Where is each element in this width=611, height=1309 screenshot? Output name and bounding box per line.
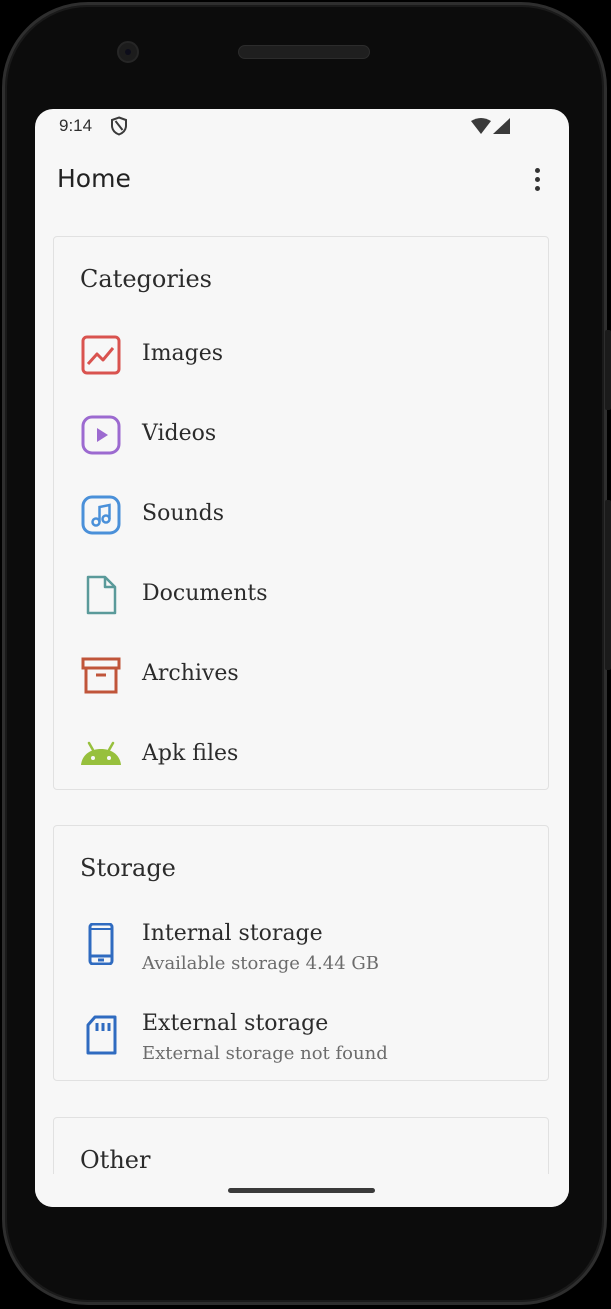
category-item-archives[interactable]: Archives xyxy=(54,639,547,709)
volume-button xyxy=(605,500,611,670)
gesture-nav-handle[interactable] xyxy=(228,1188,375,1193)
status-bar: 9:14 xyxy=(35,109,569,143)
page-title: Home xyxy=(57,164,131,193)
video-icon xyxy=(81,415,121,455)
more-vert-icon xyxy=(535,168,540,173)
phone-icon xyxy=(88,923,114,965)
earpiece-speaker xyxy=(238,45,370,59)
category-item-documents[interactable]: Documents xyxy=(54,559,547,629)
status-time: 9:14 xyxy=(59,116,93,135)
android-icon xyxy=(81,741,121,765)
storage-item-internal[interactable]: Internal storage Available storage 4.44 … xyxy=(54,921,547,999)
storage-item-external[interactable]: External storage External storage not fo… xyxy=(54,1011,547,1089)
more-vert-icon-dot xyxy=(535,177,540,182)
wifi-icon xyxy=(471,118,491,134)
categories-card: Categories Images Videos Sounds Document… xyxy=(53,236,549,790)
storage-item-title: Internal storage xyxy=(142,921,323,946)
category-label: Images xyxy=(142,341,224,366)
storage-card: Storage Internal storage Available stora… xyxy=(53,825,549,1081)
category-item-images[interactable]: Images xyxy=(54,319,547,389)
music-icon xyxy=(81,495,121,535)
screen: 9:14 Home Categories Images Videos Sound… xyxy=(35,109,569,1207)
category-item-sounds[interactable]: Sounds xyxy=(54,479,547,549)
power-button xyxy=(605,330,611,410)
shield-icon xyxy=(111,116,127,136)
other-title: Other xyxy=(80,1146,151,1174)
sd-card-icon xyxy=(86,1015,117,1055)
categories-title: Categories xyxy=(80,265,212,293)
more-options-button[interactable] xyxy=(528,165,548,195)
category-label: Videos xyxy=(142,421,217,446)
storage-item-subtitle: Available storage 4.44 GB xyxy=(142,953,380,974)
storage-title: Storage xyxy=(80,854,176,882)
category-item-videos[interactable]: Videos xyxy=(54,399,547,469)
storage-item-title: External storage xyxy=(142,1011,329,1036)
front-camera xyxy=(117,41,139,63)
category-label: Apk files xyxy=(142,741,239,766)
signal-icon xyxy=(493,118,510,134)
storage-item-subtitle: External storage not found xyxy=(142,1043,388,1064)
category-label: Archives xyxy=(142,661,239,686)
image-icon xyxy=(81,335,121,375)
document-icon xyxy=(86,575,117,615)
category-label: Sounds xyxy=(142,501,225,526)
category-label: Documents xyxy=(142,581,268,606)
category-item-apk-files[interactable]: Apk files xyxy=(54,719,547,789)
more-vert-icon-dot xyxy=(535,186,540,191)
archive-icon xyxy=(81,657,121,694)
